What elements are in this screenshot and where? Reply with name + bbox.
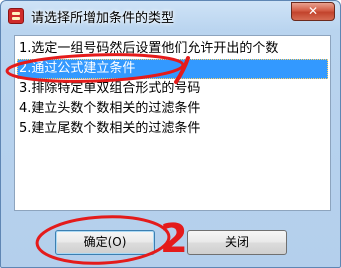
annotation-circle-ok-button	[35, 215, 171, 265]
annotation-mark-2: 2	[160, 216, 188, 262]
annotation-marks: 2	[5, 53, 190, 265]
annotation-circle-list-item	[5, 53, 185, 83]
